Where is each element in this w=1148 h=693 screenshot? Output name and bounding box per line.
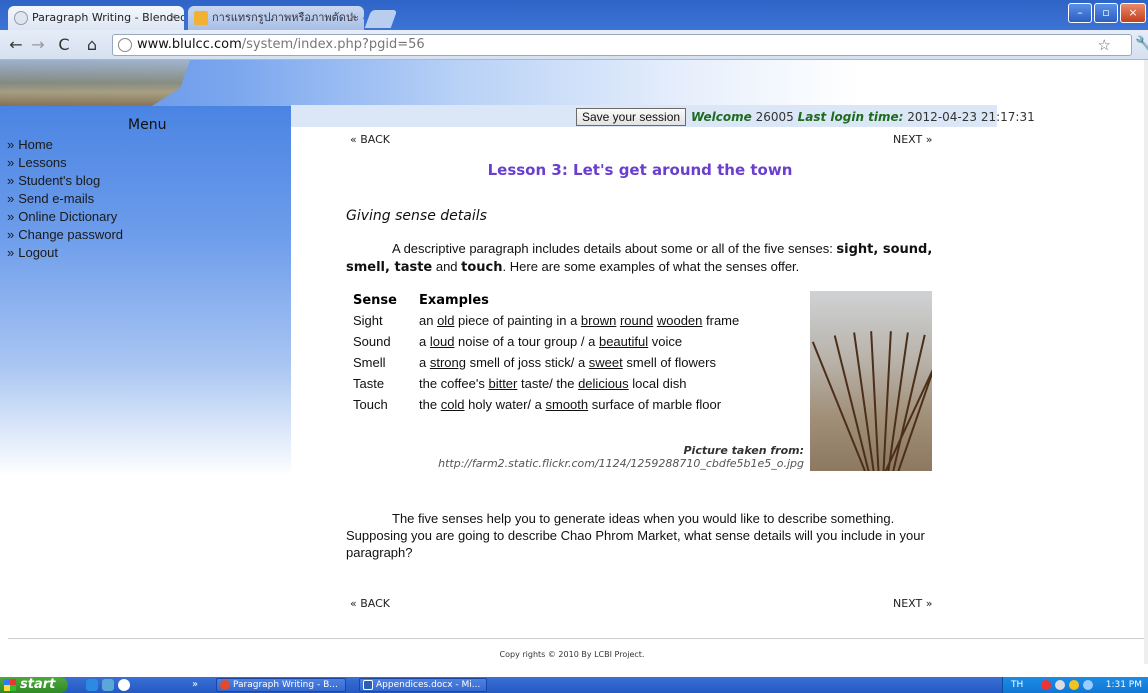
user-id: 26005 <box>755 110 794 124</box>
sidebar-item-logout[interactable]: » Logout <box>7 244 123 262</box>
picture-credit-label: Picture taken from: <box>683 444 804 457</box>
start-button[interactable]: start <box>0 677 68 693</box>
network-icon[interactable] <box>1083 680 1093 690</box>
close-window-icon[interactable]: × <box>1120 3 1146 23</box>
back-link-bottom[interactable]: « BACK <box>350 597 390 610</box>
tray-app-icon[interactable] <box>1069 680 1079 690</box>
header-sense: Sense <box>353 292 397 308</box>
url-domain: www.blulcc.com <box>137 37 242 52</box>
back-link-top[interactable]: « BACK <box>350 133 390 146</box>
word-icon <box>363 680 373 690</box>
browser-toolbar: ← → C ⌂ www.blulcc.com/system/index.php?… <box>0 30 1148 60</box>
maximize-icon[interactable]: ▫ <box>1094 3 1118 23</box>
copyright-text: Copy rights © 2010 By LCBI Project. <box>499 650 645 659</box>
picture-credit-url: http://farm2.static.flickr.com/1124/1259… <box>438 457 804 470</box>
sidebar-item-students-blog[interactable]: » Student's blog <box>7 172 123 190</box>
page-favicon-icon <box>14 11 28 25</box>
task-appendices-docx[interactable]: Appendices.docx - Mi... <box>359 678 487 692</box>
next-link-top[interactable]: NEXT » <box>893 133 932 146</box>
browser-tab-bar: Paragraph Writing - Blended Le × การแทรก… <box>0 0 1148 30</box>
save-session-button[interactable]: Save your session <box>576 108 687 126</box>
lesson-title: Lesson 3: Let's get around the town <box>487 161 793 179</box>
home-icon[interactable]: ⌂ <box>82 35 102 55</box>
sidebar-item-lessons[interactable]: » Lessons <box>7 154 123 172</box>
forward-icon[interactable]: → <box>28 35 48 55</box>
menu-title: Menu <box>128 117 167 133</box>
table-row: Smell a strong smell of joss stick/ a sw… <box>353 355 716 370</box>
header-banner <box>0 60 1144 106</box>
task-paragraph-writing[interactable]: Paragraph Writing - B... <box>216 678 346 692</box>
minimize-icon[interactable]: – <box>1068 3 1092 23</box>
new-tab-button[interactable] <box>364 10 398 28</box>
screen: Paragraph Writing - Blended Le × การแทรก… <box>0 0 1148 693</box>
next-link-bottom[interactable]: NEXT » <box>893 597 932 610</box>
address-bar[interactable]: www.blulcc.com/system/index.php?pgid=56 … <box>112 34 1132 56</box>
vertical-scrollbar[interactable] <box>1144 60 1148 664</box>
star-icon[interactable]: ☆ <box>1098 35 1111 55</box>
sidebar-item-online-dictionary[interactable]: » Online Dictionary <box>7 208 123 226</box>
system-tray: TH 1:31 PM <box>1002 677 1148 693</box>
sidebar-menu: » Home » Lessons » Student's blog » Send e-m… <box>7 136 123 262</box>
web-page: Menu » Home » Lessons » Student's blog » Sen… <box>0 60 1144 664</box>
clock: 1:31 PM <box>1105 680 1142 690</box>
sidebar-item-send-emails[interactable]: » Send e-mails <box>7 190 123 208</box>
banner-photo <box>0 60 190 106</box>
globe-icon <box>118 38 132 52</box>
back-icon[interactable]: ← <box>6 35 26 55</box>
reload-icon[interactable]: C <box>54 35 74 55</box>
tab-paragraph-writing[interactable]: Paragraph Writing - Blended Le × <box>8 6 184 30</box>
show-desktop-icon[interactable] <box>102 679 114 691</box>
last-login-value: 2012-04-23 21:17:31 <box>907 110 1035 124</box>
picture-credit: Picture taken from: http://farm2.static.… <box>438 444 804 470</box>
quicklaunch-overflow-icon[interactable]: » <box>192 677 198 693</box>
footer-divider <box>8 638 1144 639</box>
welcome-text: Welcome 26005 Last login time: 2012-04-2… <box>691 110 1035 124</box>
table-row: Taste the coffee's bitter taste/ the del… <box>353 376 687 391</box>
wrench-icon[interactable]: 🔧 <box>1135 36 1148 52</box>
taskbar: start » Paragraph Writing - B... Appendi… <box>0 677 1148 693</box>
intro-paragraph: A descriptive paragraph includes details… <box>346 241 933 275</box>
media-player-icon[interactable] <box>118 679 130 691</box>
tab-title: การแทรกรูปภาพหรือภาพตัดปะ - <box>212 11 364 24</box>
ie-icon[interactable] <box>86 679 98 691</box>
tab-insert-picture[interactable]: การแทรกรูปภาพหรือภาพตัดปะ - × <box>188 6 364 30</box>
language-indicator[interactable]: TH <box>1011 677 1023 693</box>
url-path: /system/index.php?pgid=56 <box>241 37 425 52</box>
office-favicon-icon <box>194 11 208 25</box>
senses-table: Sense Examples Sight an old piece of pai… <box>353 290 739 415</box>
closing-paragraph: The five senses help you to generate ide… <box>346 511 925 560</box>
header-examples: Examples <box>419 292 489 308</box>
tab-close-icon[interactable]: × <box>169 6 177 30</box>
table-row: Sound a loud noise of a tour group / a b… <box>353 334 683 349</box>
table-row: Sight an old piece of painting in a brow… <box>353 313 740 328</box>
volume-icon[interactable] <box>1055 680 1065 690</box>
tab-close-icon[interactable]: × <box>349 6 357 30</box>
sidebar-item-change-password[interactable]: » Change password <box>7 226 123 244</box>
section-heading: Giving sense details <box>346 208 487 224</box>
tray-security-icon[interactable] <box>1041 680 1051 690</box>
tab-title: Paragraph Writing - Blended Le <box>32 11 184 24</box>
sidebar-item-home[interactable]: » Home <box>7 136 123 154</box>
chrome-icon <box>220 680 230 690</box>
windows-logo-icon <box>4 679 16 691</box>
table-row: Touch the cold holy water/ a smooth surf… <box>353 397 722 412</box>
joss-sticks-photo <box>810 291 932 471</box>
